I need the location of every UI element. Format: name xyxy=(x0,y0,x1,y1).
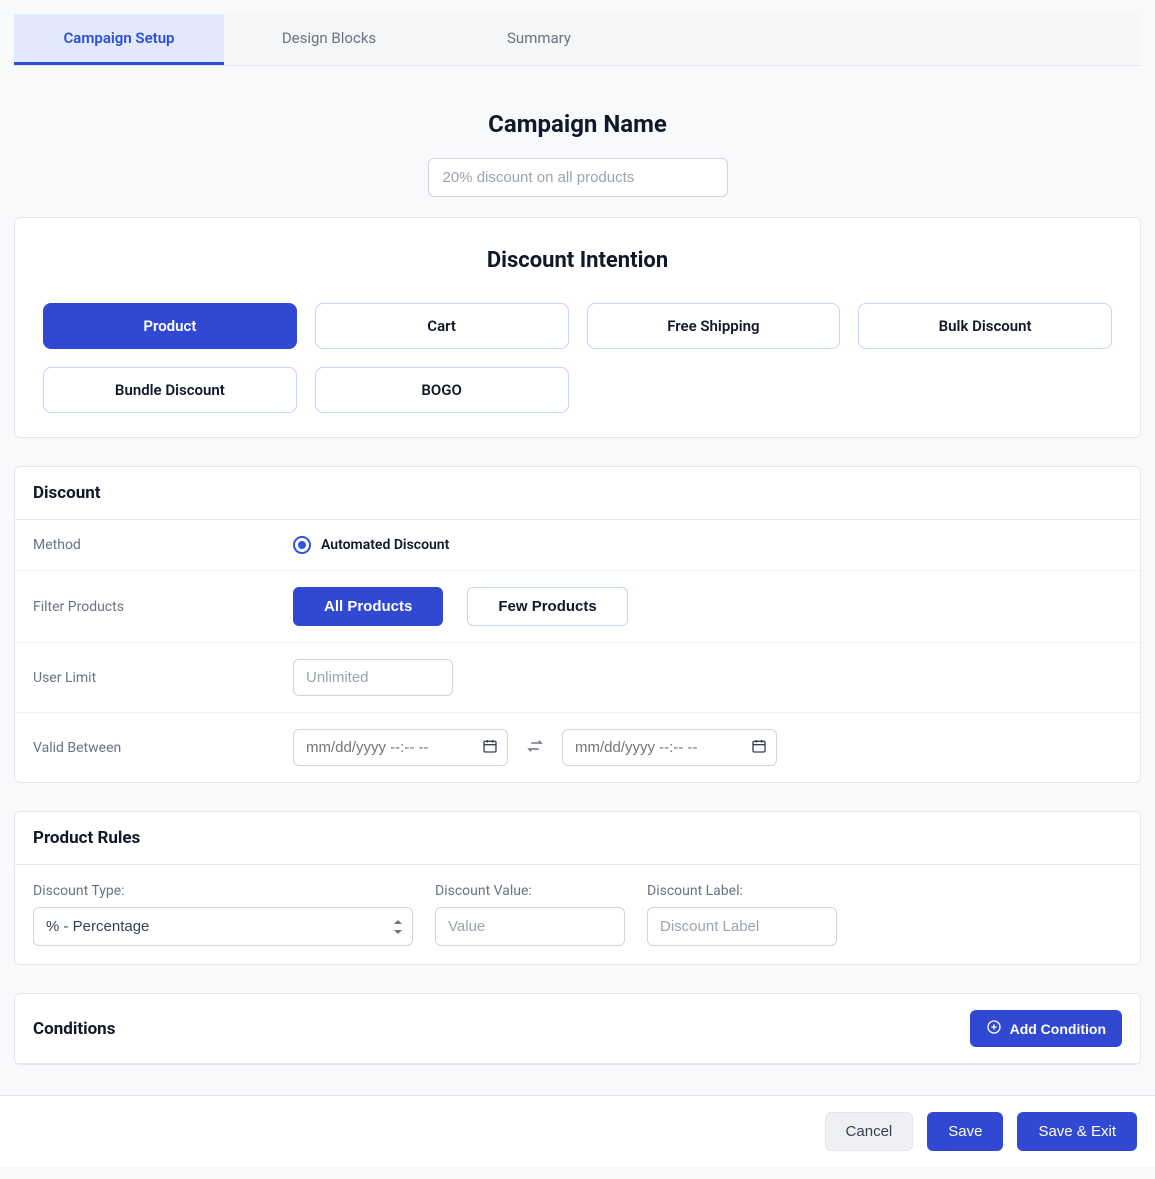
discount-header: Discount xyxy=(15,467,1140,520)
valid-end-wrap xyxy=(562,729,777,766)
valid-end-input[interactable] xyxy=(562,729,777,766)
discount-type-field: Discount Type: xyxy=(33,883,413,946)
campaign-name-input[interactable] xyxy=(428,158,728,197)
user-limit-label: User Limit xyxy=(33,670,293,686)
method-row: Method Automated Discount xyxy=(15,520,1140,571)
intention-option-bundle-discount[interactable]: Bundle Discount xyxy=(43,367,297,413)
filter-all-products-button[interactable]: All Products xyxy=(293,587,443,626)
tab-campaign-setup[interactable]: Campaign Setup xyxy=(14,14,224,65)
user-limit-input[interactable] xyxy=(293,659,453,696)
campaign-name-heading: Campaign Name xyxy=(14,110,1141,138)
campaign-name-section: Campaign Name xyxy=(14,80,1141,217)
discount-intention-heading: Discount Intention xyxy=(43,248,1112,273)
valid-start-input[interactable] xyxy=(293,729,508,766)
intention-options: Product Cart Free Shipping Bulk Discount… xyxy=(43,303,1112,413)
valid-between-label: Valid Between xyxy=(33,740,293,756)
intention-option-free-shipping[interactable]: Free Shipping xyxy=(587,303,841,349)
radio-icon xyxy=(293,536,311,554)
conditions-header-label: Conditions xyxy=(33,1019,115,1039)
chevron-updown-icon xyxy=(393,920,403,934)
plus-circle-icon xyxy=(986,1019,1002,1038)
tab-bar: Campaign Setup Design Blocks Summary xyxy=(14,14,1141,66)
discount-intention-card: Discount Intention Product Cart Free Shi… xyxy=(14,217,1141,438)
footer-actions: Cancel Save Save & Exit xyxy=(0,1095,1155,1167)
valid-between-row: Valid Between xyxy=(15,713,1140,782)
user-limit-row: User Limit xyxy=(15,643,1140,713)
discount-label-label: Discount Label: xyxy=(647,883,837,899)
swap-icon xyxy=(526,737,544,759)
save-button[interactable]: Save xyxy=(927,1112,1003,1151)
conditions-card: Conditions Add Condition xyxy=(14,993,1141,1065)
tab-design-blocks[interactable]: Design Blocks xyxy=(224,14,434,65)
calendar-icon[interactable] xyxy=(482,738,498,758)
filter-few-products-button[interactable]: Few Products xyxy=(467,587,627,626)
product-rules-header-label: Product Rules xyxy=(33,828,140,848)
save-exit-button[interactable]: Save & Exit xyxy=(1017,1112,1137,1151)
intention-option-bulk-discount[interactable]: Bulk Discount xyxy=(858,303,1112,349)
intention-option-product[interactable]: Product xyxy=(43,303,297,349)
discount-header-label: Discount xyxy=(33,483,101,503)
add-condition-button[interactable]: Add Condition xyxy=(970,1010,1122,1047)
cancel-button[interactable]: Cancel xyxy=(825,1112,914,1151)
intention-option-cart[interactable]: Cart xyxy=(315,303,569,349)
filter-label: Filter Products xyxy=(33,599,293,615)
discount-type-select[interactable] xyxy=(33,907,413,946)
filter-row: Filter Products All Products Few Product… xyxy=(15,571,1140,643)
conditions-header: Conditions Add Condition xyxy=(15,994,1140,1064)
method-radio-label: Automated Discount xyxy=(321,537,449,553)
add-condition-label: Add Condition xyxy=(1010,1021,1106,1037)
discount-label-field: Discount Label: xyxy=(647,883,837,946)
product-rules-card: Product Rules Discount Type: Discount Va… xyxy=(14,811,1141,965)
calendar-icon[interactable] xyxy=(751,738,767,758)
tab-summary[interactable]: Summary xyxy=(434,14,644,65)
product-rules-header: Product Rules xyxy=(15,812,1140,865)
intention-option-bogo[interactable]: BOGO xyxy=(315,367,569,413)
discount-value-label: Discount Value: xyxy=(435,883,625,899)
discount-value-input[interactable] xyxy=(435,907,625,946)
method-radio-automated[interactable]: Automated Discount xyxy=(293,536,449,554)
discount-value-field: Discount Value: xyxy=(435,883,625,946)
valid-start-wrap xyxy=(293,729,508,766)
discount-label-input[interactable] xyxy=(647,907,837,946)
discount-type-label: Discount Type: xyxy=(33,883,413,899)
discount-card: Discount Method Automated Discount Filte… xyxy=(14,466,1141,783)
method-label: Method xyxy=(33,537,293,553)
